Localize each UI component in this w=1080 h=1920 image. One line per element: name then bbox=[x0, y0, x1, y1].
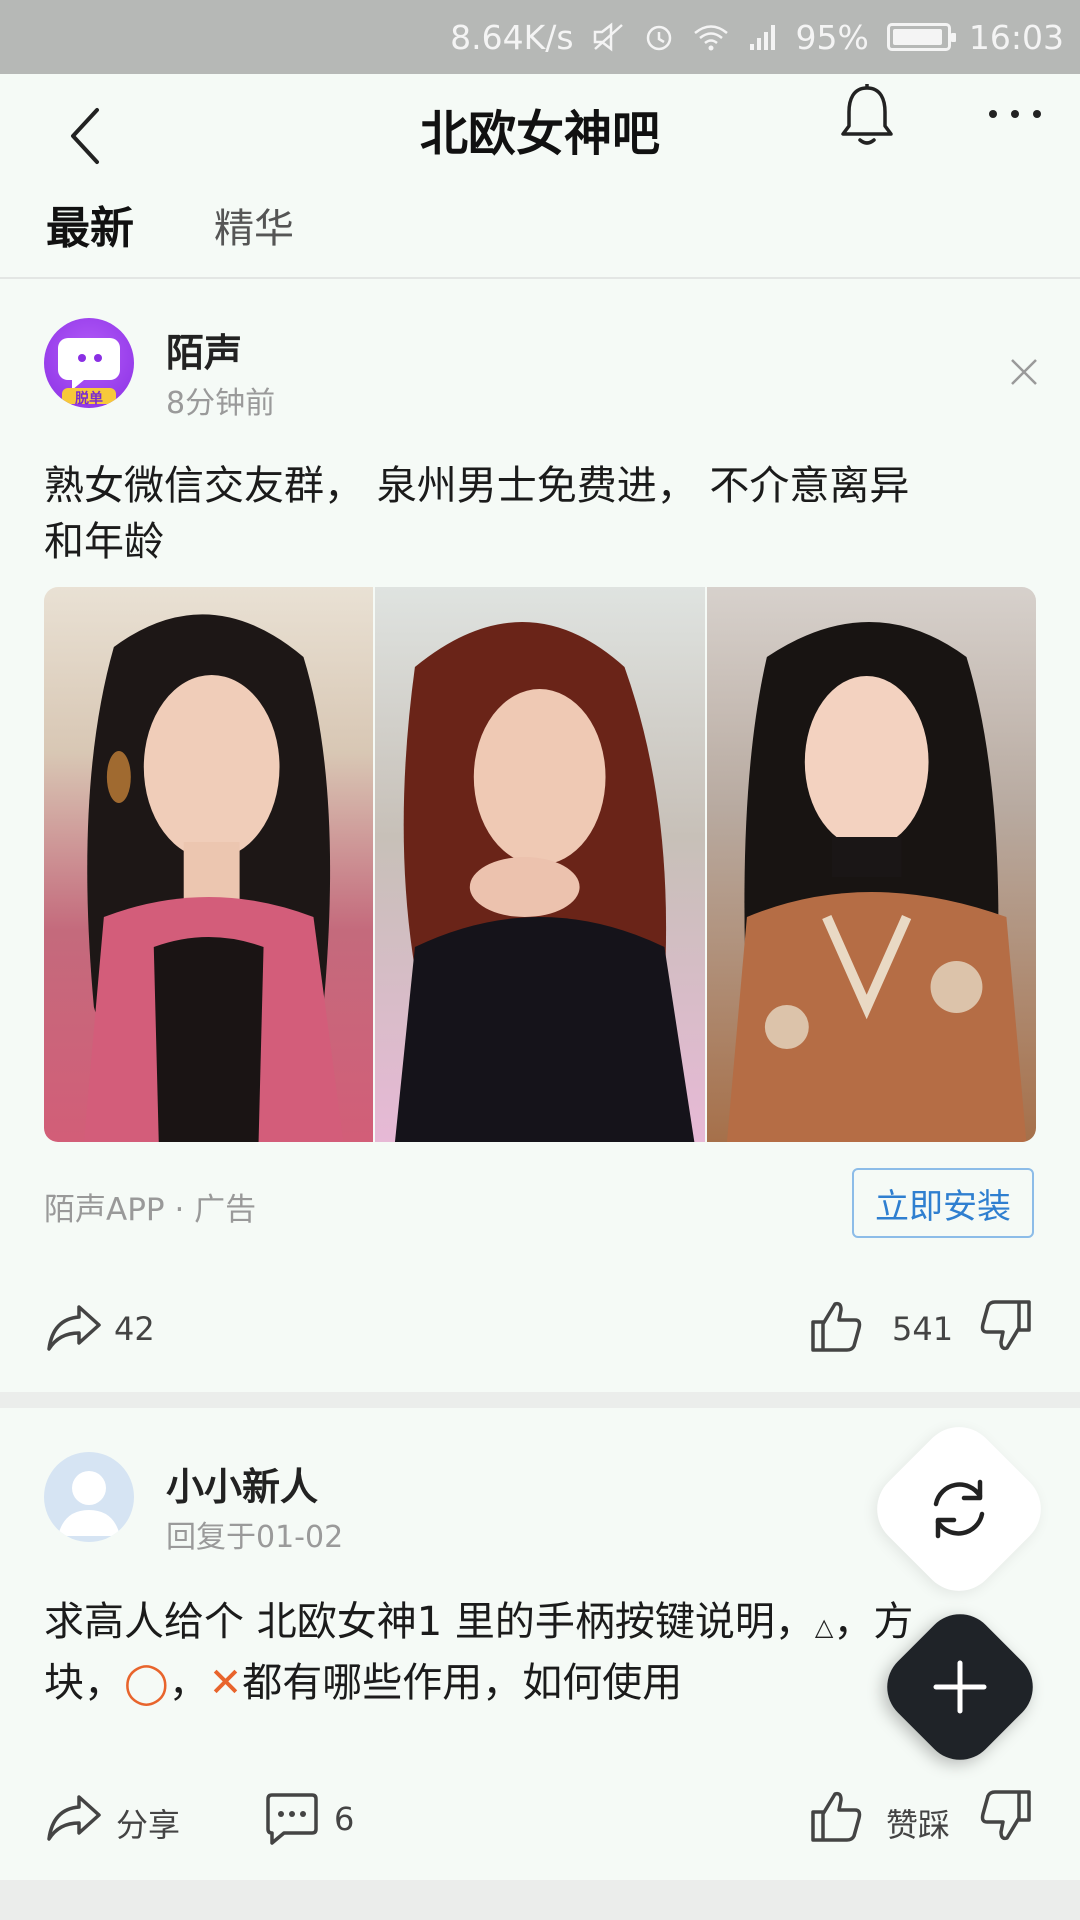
wifi-icon bbox=[692, 22, 730, 52]
avatar-badge: 脱单 bbox=[75, 391, 103, 407]
battery-icon bbox=[886, 23, 956, 51]
comment-count: 6 bbox=[334, 1800, 355, 1838]
post-text-line: 和年龄 bbox=[44, 519, 164, 565]
triangle-glyph: △ bbox=[814, 1613, 834, 1641]
comment-bubble-icon bbox=[266, 1793, 318, 1845]
circle-glyph: ◯ bbox=[124, 1660, 169, 1706]
tab-latest[interactable]: 最新 bbox=[46, 195, 134, 263]
bell-icon bbox=[841, 84, 893, 145]
page-title: 北欧女神吧 bbox=[419, 106, 660, 162]
thumbs-down-icon bbox=[980, 1790, 1031, 1841]
share-count: 42 bbox=[114, 1310, 155, 1348]
status-bar: 8.64K/s 95% 16:03 bbox=[0, 0, 1080, 74]
plus-icon bbox=[930, 1657, 990, 1717]
post-text-line-1: 求高人给个 北欧女神1 里的手柄按键说明，△，方 bbox=[44, 1599, 914, 1645]
more-dots-icon bbox=[989, 110, 1041, 118]
photo[interactable] bbox=[44, 587, 374, 1142]
tab-bar: 最新 精华 bbox=[0, 195, 1080, 279]
photo[interactable] bbox=[373, 587, 705, 1142]
more-button[interactable] bbox=[980, 84, 1050, 144]
post-time: 回复于01-02 bbox=[166, 1520, 344, 1555]
post-text-line: 熟女微信交友群， 泉州男士免费进， 不介意离异 bbox=[44, 463, 910, 509]
cross-glyph: ✕ bbox=[208, 1660, 243, 1706]
back-button[interactable] bbox=[50, 96, 120, 176]
signal-icon bbox=[748, 22, 778, 52]
portrait-illustration bbox=[726, 622, 1027, 1142]
alarm-icon bbox=[644, 22, 674, 52]
dislike-button[interactable] bbox=[978, 1296, 1034, 1356]
share-button[interactable] bbox=[44, 1790, 104, 1846]
post-time: 8分钟前 bbox=[166, 386, 276, 421]
post-divider bbox=[0, 1392, 1080, 1408]
vote-label: 赞踩 bbox=[886, 1806, 951, 1844]
clock: 16:03 bbox=[968, 17, 1064, 57]
like-button[interactable] bbox=[808, 1296, 864, 1356]
mute-icon bbox=[592, 22, 626, 52]
refresh-icon bbox=[922, 1472, 996, 1546]
post-author[interactable]: 小小新人 bbox=[166, 1456, 318, 1511]
top-nav: 北欧女神吧 bbox=[0, 74, 1080, 214]
notification-button[interactable] bbox=[832, 76, 902, 156]
share-button[interactable] bbox=[44, 1300, 104, 1356]
network-speed: 8.64K/s bbox=[450, 17, 574, 57]
post-author[interactable]: 陌声 bbox=[166, 322, 242, 377]
share-arrow-icon bbox=[47, 1795, 101, 1841]
portrait-illustration bbox=[395, 622, 695, 1142]
thumbs-up-icon bbox=[811, 1301, 862, 1352]
back-arrow-icon bbox=[71, 108, 99, 164]
share-arrow-icon bbox=[47, 1305, 101, 1351]
photo[interactable] bbox=[704, 587, 1036, 1142]
post-divider bbox=[0, 1880, 1080, 1920]
avatar[interactable] bbox=[44, 1452, 134, 1542]
like-count: 541 bbox=[892, 1310, 954, 1348]
install-button[interactable]: 立即安装 bbox=[852, 1168, 1034, 1238]
thumbs-down-icon bbox=[980, 1300, 1031, 1351]
close-icon bbox=[1011, 359, 1037, 385]
photo-grid bbox=[44, 587, 1036, 1142]
share-label[interactable]: 分享 bbox=[116, 1800, 180, 1846]
portrait-illustration bbox=[83, 614, 344, 1142]
post-text[interactable]: 熟女微信交友群， 泉州男士免费进， 不介意离异 和年龄 bbox=[44, 458, 1044, 570]
comment-button[interactable] bbox=[264, 1790, 320, 1846]
default-avatar-icon bbox=[58, 1471, 120, 1536]
battery-percent: 95% bbox=[795, 17, 869, 57]
tab-featured[interactable]: 精华 bbox=[214, 195, 294, 263]
like-button[interactable] bbox=[808, 1786, 864, 1846]
dislike-button[interactable] bbox=[978, 1786, 1034, 1846]
ad-source-label: 陌声APP · 广告 bbox=[44, 1192, 257, 1228]
close-ad-button[interactable] bbox=[1004, 352, 1044, 392]
thumbs-up-icon bbox=[811, 1791, 862, 1842]
